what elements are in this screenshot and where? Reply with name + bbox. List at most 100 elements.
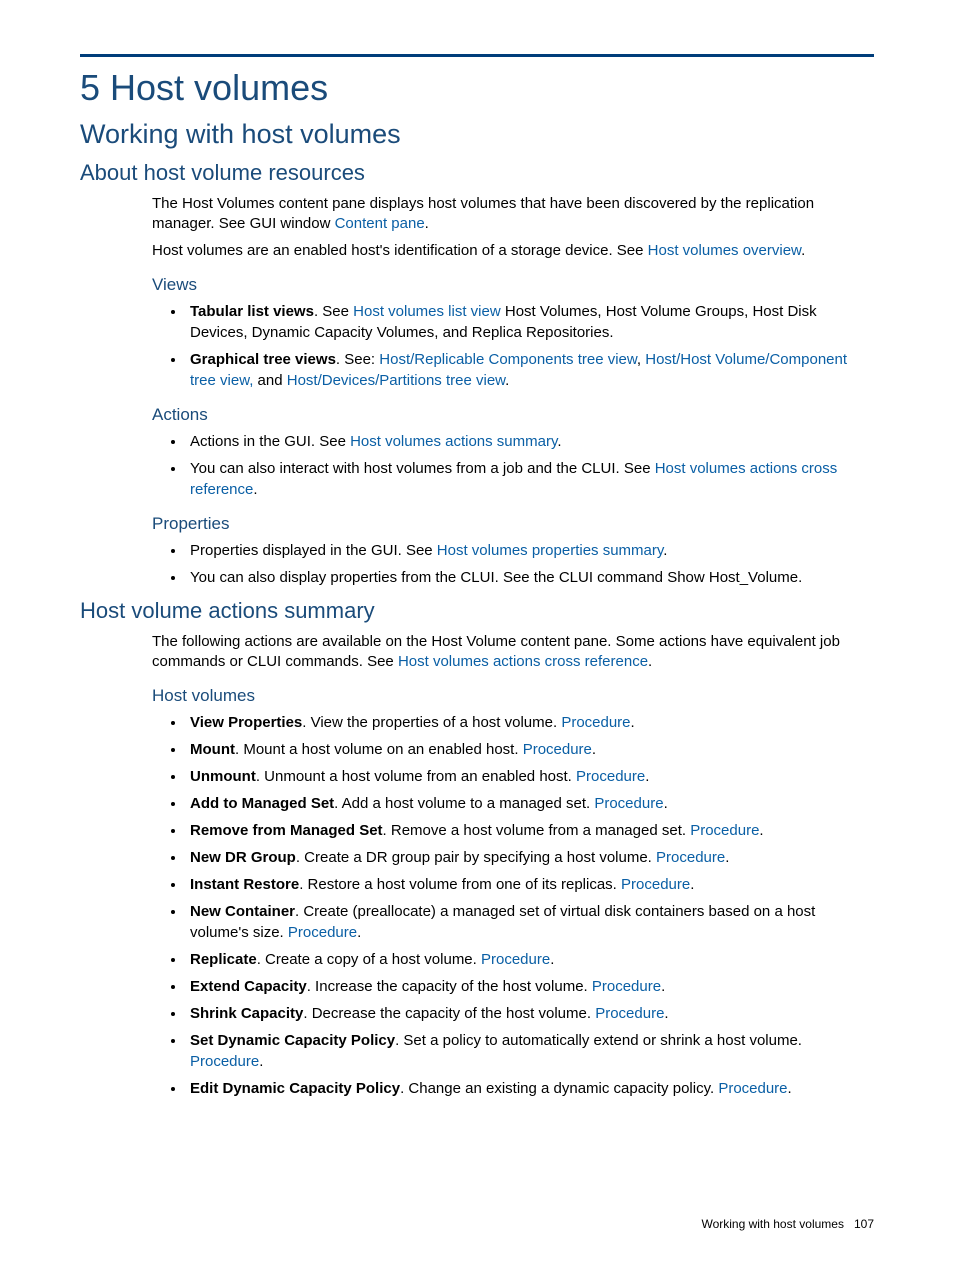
text: You can also display properties from the… [190, 569, 802, 586]
action-name: View Properties [190, 714, 302, 731]
list-item: You can also display properties from the… [186, 567, 874, 588]
properties-list: Properties displayed in the GUI. See Hos… [152, 540, 874, 588]
list-item: View Properties. View the properties of … [186, 712, 874, 733]
list-item: Actions in the GUI. See Host volumes act… [186, 431, 874, 452]
text: . Unmount a host volume from an enabled … [256, 768, 576, 785]
text: . [648, 653, 652, 670]
text: The Host Volumes content pane displays h… [152, 195, 814, 232]
text: . [253, 481, 257, 498]
link-tree3[interactable]: Host/Devices/Partitions tree view [287, 372, 505, 389]
list-item: Set Dynamic Capacity Policy. Set a polic… [186, 1030, 874, 1072]
text: . [801, 242, 805, 259]
text: . Mount a host volume on an enabled host… [235, 741, 523, 758]
action-name: Extend Capacity [190, 978, 307, 995]
heading-actions: Actions [152, 405, 874, 425]
subsection-about: About host volume resources [80, 160, 874, 186]
text: Properties displayed in the GUI. See [190, 542, 437, 559]
text: . Restore a host volume from one of its … [299, 876, 621, 893]
link-procedure[interactable]: Procedure [481, 951, 550, 968]
link-tree1[interactable]: Host/Replicable Components tree view [379, 351, 637, 368]
text: . Increase the capacity of the host volu… [307, 978, 592, 995]
text: . [425, 215, 429, 232]
link-procedure[interactable]: Procedure [656, 849, 725, 866]
link-hv-actions-summary[interactable]: Host volumes actions summary [350, 433, 557, 450]
text: , [637, 351, 645, 368]
action-name: Set Dynamic Capacity Policy [190, 1032, 395, 1049]
action-name: Unmount [190, 768, 256, 785]
link-xref2[interactable]: Host volumes actions cross reference [398, 653, 648, 670]
text: . [631, 714, 635, 731]
text: . [357, 924, 361, 941]
text: . [690, 876, 694, 893]
page-footer: Working with host volumes 107 [701, 1217, 874, 1231]
list-item: Remove from Managed Set. Remove a host v… [186, 820, 874, 841]
list-item: Add to Managed Set. Add a host volume to… [186, 793, 874, 814]
term: Tabular list views [190, 303, 314, 320]
list-item: New DR Group. Create a DR group pair by … [186, 847, 874, 868]
subsection-actions-summary: Host volume actions summary [80, 598, 874, 624]
views-list: Tabular list views. See Host volumes lis… [152, 301, 874, 391]
link-procedure[interactable]: Procedure [595, 1005, 664, 1022]
text: . [664, 795, 668, 812]
text: . See: [336, 351, 379, 368]
actions-list: Actions in the GUI. See Host volumes act… [152, 431, 874, 500]
list-item: Properties displayed in the GUI. See Hos… [186, 540, 874, 561]
text: . View the properties of a host volume. [302, 714, 561, 731]
text: Host volumes are an enabled host's ident… [152, 242, 648, 259]
list-item: Edit Dynamic Capacity Policy. Change an … [186, 1078, 874, 1099]
list-item: Shrink Capacity. Decrease the capacity o… [186, 1003, 874, 1024]
link-hv-props-summary[interactable]: Host volumes properties summary [437, 542, 663, 559]
link-procedure[interactable]: Procedure [561, 714, 630, 731]
section-title: Working with host volumes [80, 119, 874, 150]
list-item: Unmount. Unmount a host volume from an e… [186, 766, 874, 787]
heading-views: Views [152, 275, 874, 295]
text: . Change an existing a dynamic capacity … [400, 1080, 718, 1097]
link-procedure[interactable]: Procedure [621, 876, 690, 893]
action-name: New DR Group [190, 849, 296, 866]
link-procedure[interactable]: Procedure [288, 924, 357, 941]
text: . [259, 1053, 263, 1070]
link-procedure[interactable]: Procedure [592, 978, 661, 995]
list-item: New Container. Create (preallocate) a ma… [186, 901, 874, 943]
list-item: Replicate. Create a copy of a host volum… [186, 949, 874, 970]
link-hv-overview[interactable]: Host volumes overview [648, 242, 801, 259]
link-procedure[interactable]: Procedure [594, 795, 663, 812]
text: . [505, 372, 509, 389]
text: You can also interact with host volumes … [190, 460, 655, 477]
link-procedure[interactable]: Procedure [190, 1053, 259, 1070]
action-name: Replicate [190, 951, 257, 968]
text: . [550, 951, 554, 968]
text: . [557, 433, 561, 450]
paragraph: The following actions are available on t… [152, 632, 874, 673]
document-page: 5 Host volumes Working with host volumes… [0, 0, 954, 1271]
text: . Create a DR group pair by specifying a… [296, 849, 656, 866]
list-item: Extend Capacity. Increase the capacity o… [186, 976, 874, 997]
text: and [253, 372, 286, 389]
text: Actions in the GUI. See [190, 433, 350, 450]
list-item: Instant Restore. Restore a host volume f… [186, 874, 874, 895]
action-name: Mount [190, 741, 235, 758]
text: . [725, 849, 729, 866]
text: . [663, 542, 667, 559]
text: . Set a policy to automatically extend o… [395, 1032, 802, 1049]
list-item: Mount. Mount a host volume on an enabled… [186, 739, 874, 760]
list-item: Graphical tree views. See: Host/Replicab… [186, 349, 874, 391]
link-content-pane[interactable]: Content pane [335, 215, 425, 232]
footer-text: Working with host volumes [701, 1217, 844, 1231]
action-name: Shrink Capacity [190, 1005, 303, 1022]
link-procedure[interactable]: Procedure [576, 768, 645, 785]
action-name: Edit Dynamic Capacity Policy [190, 1080, 400, 1097]
link-procedure[interactable]: Procedure [523, 741, 592, 758]
link-hv-list-view[interactable]: Host volumes list view [353, 303, 501, 320]
text: . Create a copy of a host volume. [257, 951, 481, 968]
link-procedure[interactable]: Procedure [690, 822, 759, 839]
link-procedure[interactable]: Procedure [718, 1080, 787, 1097]
text: . [645, 768, 649, 785]
term: Graphical tree views [190, 351, 336, 368]
action-name: Remove from Managed Set [190, 822, 383, 839]
text: . See [314, 303, 353, 320]
chapter-title: 5 Host volumes [80, 67, 874, 109]
host-volumes-list: View Properties. View the properties of … [152, 712, 874, 1099]
list-item: You can also interact with host volumes … [186, 458, 874, 500]
paragraph: Host volumes are an enabled host's ident… [152, 241, 874, 261]
